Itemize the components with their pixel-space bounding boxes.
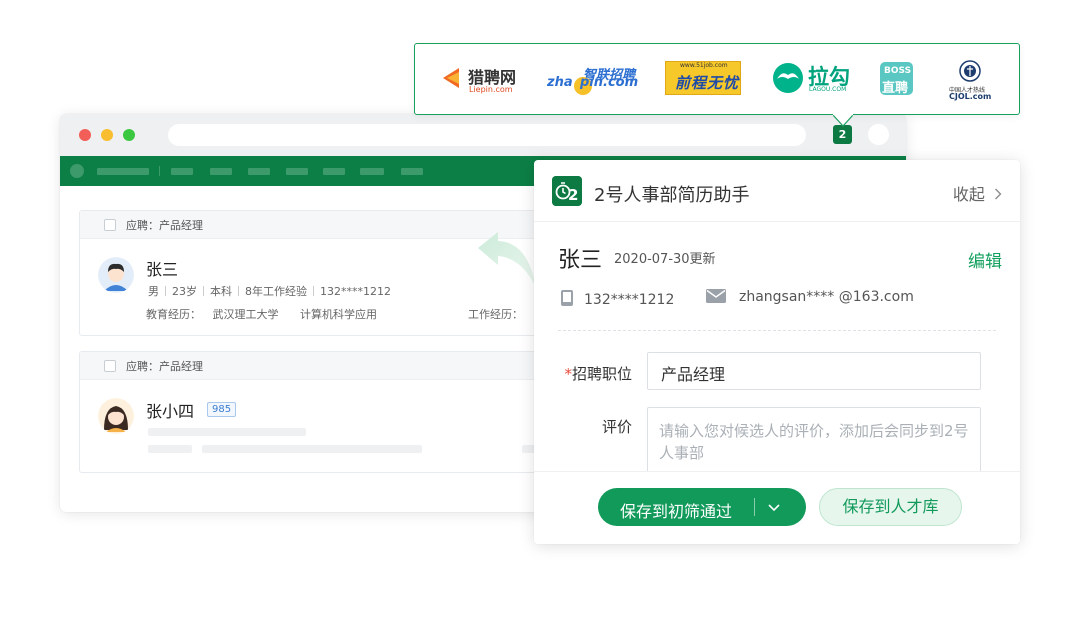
site-domain: CJOL.com [949, 92, 992, 101]
phone-number: 132****1212 [584, 292, 675, 308]
resume-assistant-panel: 2 2号人事部简历助手 收起 张三 2020-07-30更新 编辑 132***… [534, 160, 1020, 544]
nav-placeholder [97, 168, 149, 175]
save-primary-label: 保存到初筛通过 [620, 502, 733, 521]
site-domain: pin.com [580, 75, 639, 90]
save-to-talent-pool-button[interactable]: 保存到人才库 [819, 488, 962, 526]
profile-button[interactable] [868, 124, 889, 145]
site-domain: Liepin.com [469, 85, 513, 94]
required-mark: * [564, 365, 572, 383]
phone-row: 132****1212 [560, 289, 674, 308]
nav-item-placeholder[interactable] [248, 168, 270, 175]
applied-position: 应聘：产品经理 [126, 219, 203, 232]
popover-pointer [833, 114, 853, 127]
site-domain: www.51job.com [680, 62, 728, 69]
collapse-button[interactable]: 收起 [953, 181, 1002, 205]
loading-placeholder [148, 445, 192, 453]
site-cjol[interactable]: 中国人才热线 CJOL.com [947, 44, 993, 114]
female-avatar-icon [98, 398, 134, 434]
gender: 男 [148, 285, 159, 298]
site-51job[interactable]: www.51job.com 前程无忧 [665, 44, 743, 114]
applied-position: 应聘：产品经理 [126, 360, 203, 373]
nav-item-placeholder[interactable] [171, 168, 193, 175]
site-logo-placeholder [70, 164, 84, 178]
email-address: zhangsan**** @163.com [739, 289, 914, 305]
chevron-right-icon [995, 188, 1002, 200]
site-name-top: BOSS [884, 66, 912, 76]
select-checkbox[interactable] [104, 219, 116, 231]
position-input[interactable]: 产品经理 [647, 352, 981, 390]
close-window-button[interactable] [79, 129, 91, 141]
school: 武汉理工大学 [212, 308, 279, 321]
age: 23岁 [172, 285, 197, 298]
nav-item-placeholder[interactable] [323, 168, 345, 175]
liepin-logo-icon [443, 68, 459, 88]
site-zhaopin[interactable]: 智联招聘 zha pin.com [547, 44, 639, 114]
section-divider [558, 330, 996, 331]
card-header: 应聘：产品经理 [80, 352, 548, 380]
chevron-down-icon[interactable] [766, 498, 782, 516]
browser-titlebar: 2 [60, 114, 906, 156]
save-to-screening-button[interactable]: 保存到初筛通过 [598, 488, 806, 526]
maximize-window-button[interactable] [123, 129, 135, 141]
review-label: 评价 [601, 418, 632, 436]
candidate-card[interactable]: 应聘：产品经理 张小四 985 [79, 351, 549, 473]
work-experience-label: 工作经历： [468, 308, 523, 321]
panel-header: 2 2号人事部简历助手 收起 [534, 160, 1020, 222]
site-name: 前程无忧 [675, 74, 740, 92]
svg-text:2: 2 [568, 186, 578, 204]
school-tag-badge: 985 [207, 402, 237, 417]
experience: 8年工作经验 [245, 285, 307, 298]
review-textarea[interactable]: 请输入您对候选人的评价，添加后会同步到2号人事部 [647, 407, 981, 477]
site-liepin[interactable]: 猎聘网 Liepin.com [441, 44, 525, 114]
major: 计算机科学应用 [300, 308, 377, 321]
lagou-logo-icon [773, 63, 803, 93]
site-name-bottom: 直聘 [882, 81, 909, 96]
address-bar[interactable] [168, 124, 806, 146]
male-avatar-icon [98, 257, 134, 293]
nav-item-placeholder[interactable] [401, 168, 423, 175]
cjol-logo-icon [959, 60, 981, 82]
job-sites-popover: 猎聘网 Liepin.com 智联招聘 zha pin.com www.51jo… [414, 43, 1020, 115]
panel-footer: 保存到初筛通过 保存到人才库 [534, 471, 1020, 544]
phone-icon [561, 290, 573, 306]
email-row: zhangsan**** @163.com [706, 289, 914, 305]
phone: 132****1212 [320, 285, 391, 298]
nav-item-placeholder[interactable] [286, 168, 308, 175]
assistant-logo-icon: 2 [552, 176, 582, 206]
site-domain-prefix: zha [547, 75, 573, 90]
candidate-summary: 男 23岁 本科 8年工作经验 132****1212 [148, 283, 391, 299]
minimize-window-button[interactable] [101, 129, 113, 141]
candidate-name: 张三 [558, 248, 603, 273]
site-lagou[interactable]: 拉勾 LAGOU.COM [772, 44, 852, 114]
edit-button[interactable]: 编辑 [968, 247, 1002, 272]
updated-date: 2020-07-30更新 [614, 252, 716, 267]
site-domain: LAGOU.COM [809, 86, 847, 93]
nav-item-placeholder[interactable] [210, 168, 232, 175]
panel-title: 2号人事部简历助手 [594, 185, 750, 206]
site-boss-zhipin[interactable]: BOSS 直聘 [880, 44, 914, 114]
position-label-text: 招聘职位 [571, 365, 632, 383]
collapse-label: 收起 [952, 185, 985, 204]
loading-placeholder [148, 428, 306, 436]
select-checkbox[interactable] [104, 360, 116, 372]
candidate-name[interactable]: 张小四 [146, 398, 194, 422]
transfer-arrow-icon [478, 232, 536, 288]
position-label: *招聘职位 [552, 363, 632, 384]
nav-item-placeholder[interactable] [360, 168, 384, 175]
education-label: 教育经历： [146, 308, 201, 321]
button-separator [754, 498, 755, 516]
nav-separator [159, 166, 160, 176]
loading-placeholder [202, 445, 422, 453]
email-icon [706, 289, 726, 303]
degree: 本科 [210, 285, 232, 298]
candidate-name[interactable]: 张三 [146, 256, 178, 280]
education-row: 教育经历： 武汉理工大学 计算机科学应用 [146, 306, 377, 322]
